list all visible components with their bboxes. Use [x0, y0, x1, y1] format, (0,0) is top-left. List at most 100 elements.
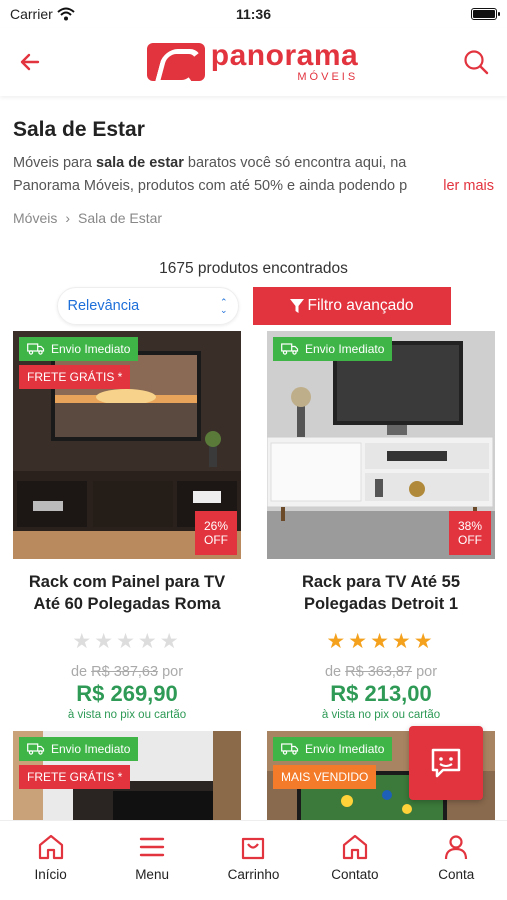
product-image[interactable]: Envio Imediato 38% OFF	[267, 331, 495, 559]
tab-carrinho[interactable]: Carrinho	[208, 833, 298, 900]
battery-icon	[471, 8, 500, 20]
product-card[interactable]: Envio Imediato FRETE GRÁTIS *	[13, 731, 241, 831]
breadcrumb-item-current: Sala de Estar	[78, 210, 163, 226]
tab-inicio[interactable]: Início	[6, 833, 96, 900]
tab-label: Contato	[331, 867, 379, 882]
star-icon: ★	[370, 630, 392, 653]
product-card[interactable]: Envio Imediato 38% OFF Rack para TV Até …	[267, 331, 495, 721]
product-name[interactable]: Rack com Painel para TV Até 60 Polegadas…	[29, 571, 225, 615]
menu-icon	[139, 837, 165, 857]
current-price: R$ 213,00	[330, 681, 432, 706]
desc-rest: baratos você só encontra aqui, na	[183, 155, 407, 171]
star-icon: ★	[391, 630, 414, 653]
chat-button[interactable]	[409, 726, 483, 800]
status-bar: Carrier 11:36	[0, 0, 507, 28]
star-icon: ★	[94, 630, 117, 653]
badge-envio-imediato: Envio Imediato	[19, 337, 139, 361]
breadcrumb: Móveis › Sala de Estar	[13, 210, 494, 226]
old-price-line: de R$ 387,63 por	[71, 664, 183, 680]
tab-label: Menu	[135, 867, 169, 882]
product-image[interactable]: Envio Imediato FRETE GRÁTIS * 26% OFF	[13, 331, 241, 559]
product-name[interactable]: Rack para TV Até 55 Polegadas Detroit 1	[302, 571, 460, 615]
sort-value: Relevância	[67, 298, 140, 314]
discount-badge: 26% OFF	[195, 511, 237, 555]
breadcrumb-item-moveis[interactable]: Móveis	[13, 210, 57, 226]
advanced-filter-button[interactable]: Filtro avançado	[252, 287, 451, 325]
badge-frete-gratis: FRETE GRÁTIS *	[19, 365, 131, 389]
rating-stars: ★★★★★	[72, 629, 181, 654]
current-price: R$ 269,90	[76, 681, 178, 706]
logo-main-text: panorama	[210, 39, 359, 72]
product-name-line2: Até 60 Polegadas Roma	[33, 595, 221, 613]
search-icon[interactable]	[463, 49, 489, 75]
desc-bold: sala de estar	[96, 155, 184, 171]
bottom-tab-bar: Início Menu Carrinho Contato Conta	[0, 820, 507, 900]
category-description: Móveis para sala de estar baratos você s…	[13, 152, 494, 198]
old-price-line: de R$ 363,87 por	[325, 664, 437, 680]
logo-mark-icon	[146, 43, 205, 81]
badge-envio-imediato: Envio Imediato	[19, 737, 139, 761]
truck-icon	[27, 743, 45, 755]
desc-line-2: Panorama Móveis, produtos com até 50% e …	[13, 178, 408, 194]
badge-envio-label: Envio Imediato	[305, 742, 385, 756]
tab-label: Carrinho	[227, 867, 280, 882]
discount-badge: 38% OFF	[449, 511, 491, 555]
discount-off: OFF	[458, 533, 482, 547]
old-price-por: por	[416, 664, 438, 680]
tab-label: Conta	[438, 867, 475, 882]
product-image[interactable]: Envio Imediato FRETE GRÁTIS *	[13, 731, 241, 831]
badge-envio-imediato: Envio Imediato	[273, 737, 393, 761]
star-icon: ★	[348, 630, 371, 653]
product-name-line1: Rack com Painel para TV	[28, 573, 226, 591]
badge-frete-label: FRETE GRÁTIS *	[27, 770, 123, 784]
old-price: R$ 387,63	[91, 664, 159, 680]
old-price: R$ 363,87	[345, 664, 413, 680]
clock: 11:36	[235, 6, 272, 22]
old-price-por: por	[162, 664, 184, 680]
chevron-right-icon: ›	[65, 210, 71, 226]
star-icon: ★	[326, 630, 349, 653]
tab-menu[interactable]: Menu	[107, 833, 197, 900]
chat-icon	[431, 748, 461, 778]
product-card[interactable]: Envio Imediato FRETE GRÁTIS * 26% OFF Ra…	[13, 331, 241, 721]
star-icon: ★	[413, 630, 436, 653]
pix-note: à vista no pix ou cartão	[321, 709, 441, 721]
badge-frete-gratis: FRETE GRÁTIS *	[19, 765, 131, 789]
page-title: Sala de Estar	[13, 118, 145, 141]
star-icon: ★	[72, 630, 95, 653]
tab-conta[interactable]: Conta	[411, 833, 501, 900]
brand-logo[interactable]: panorama MÓVEIS	[146, 39, 359, 83]
sort-select[interactable]: Relevância ⌃ ⌄	[56, 287, 239, 325]
badge-mais-vendido: MAIS VENDIDO	[273, 765, 377, 789]
product-name-line2: Polegadas Detroit 1	[303, 595, 459, 613]
user-icon	[445, 835, 468, 860]
truck-icon	[281, 743, 299, 755]
badge-envio-label: Envio Imediato	[305, 342, 385, 356]
home-icon	[38, 834, 63, 860]
badge-envio-imediato: Envio Imediato	[273, 337, 393, 361]
badge-mais-vendido-label: MAIS VENDIDO	[281, 770, 369, 784]
truck-icon	[27, 343, 45, 355]
tab-label: Início	[34, 867, 67, 882]
star-icon: ★	[137, 630, 160, 653]
star-icon: ★	[116, 630, 138, 653]
product-name-line1: Rack para TV Até 55	[301, 573, 461, 591]
old-price-de: de	[324, 664, 342, 680]
old-price-de: de	[70, 664, 88, 680]
updown-chevron-icon: ⌃ ⌄	[219, 297, 228, 315]
pix-note: à vista no pix ou cartão	[67, 709, 187, 721]
read-more-link[interactable]: ler mais	[437, 175, 494, 198]
desc-prefix: Móveis para	[13, 155, 97, 171]
tab-contato[interactable]: Contato	[310, 833, 400, 900]
shopping-bag-icon	[242, 837, 265, 860]
discount-off: OFF	[204, 533, 228, 547]
badge-envio-label: Envio Imediato	[51, 742, 131, 756]
filter-label: Filtro avançado	[307, 297, 414, 314]
home-icon	[342, 834, 367, 860]
discount-percent: 26%	[203, 519, 229, 533]
discount-percent: 38%	[457, 519, 483, 533]
rating-stars: ★★★★★	[326, 629, 435, 654]
filter-icon	[289, 299, 304, 313]
app-header: panorama MÓVEIS	[0, 28, 507, 96]
arrow-left-icon[interactable]	[18, 50, 42, 74]
